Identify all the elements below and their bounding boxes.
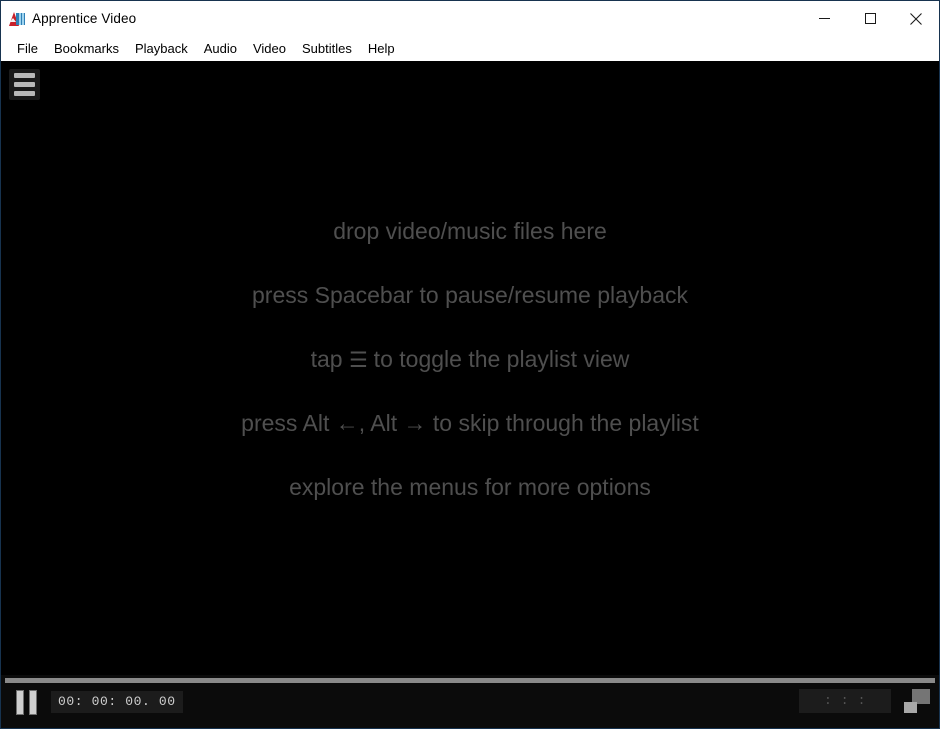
hint-skip-playlist: press Alt ←, Alt → to skip through the p… xyxy=(241,409,699,436)
minimize-icon xyxy=(818,18,830,19)
film-bars xyxy=(16,12,25,25)
app-icon xyxy=(9,11,25,27)
menu-item-help[interactable]: Help xyxy=(360,39,403,59)
maximize-icon xyxy=(864,13,876,24)
restore-window-button[interactable] xyxy=(903,688,931,714)
pause-icon-bar xyxy=(15,689,24,715)
controls-right-group: : : : xyxy=(799,688,931,714)
hint-explore-menus: explore the menus for more options xyxy=(289,473,651,500)
hint-playlist-suffix: to toggle the playlist view xyxy=(367,345,630,372)
hint-spacebar: press Spacebar to pause/resume playback xyxy=(252,281,688,308)
hint-playlist-toggle: tap ☰ to toggle the playlist view xyxy=(310,345,630,372)
current-time-display[interactable]: 00: 00: 00. 00 xyxy=(51,691,183,713)
menu-item-audio[interactable]: Audio xyxy=(196,39,245,59)
menu-item-file[interactable]: File xyxy=(9,39,46,59)
total-time-display[interactable]: : : : xyxy=(799,689,891,713)
close-button[interactable] xyxy=(893,1,939,36)
close-icon xyxy=(910,12,922,25)
hint-drop-files: drop video/music files here xyxy=(333,217,607,244)
controls-left-group: 00: 00: 00. 00 xyxy=(13,689,183,715)
restore-window-icon-front xyxy=(904,702,917,713)
video-display-area[interactable]: drop video/music files here press Spaceb… xyxy=(1,61,939,675)
play-pause-button[interactable] xyxy=(13,689,39,715)
playback-control-bar: 00: 00: 00. 00 : : : xyxy=(1,675,939,728)
menu-item-bookmarks[interactable]: Bookmarks xyxy=(46,39,127,59)
application-window: Apprentice Video File Bookmarks Playback… xyxy=(0,0,940,729)
menu-bar: File Bookmarks Playback Audio Video Subt… xyxy=(1,36,939,61)
menu-item-subtitles[interactable]: Subtitles xyxy=(294,39,360,59)
window-title: Apprentice Video xyxy=(32,11,137,26)
window-controls xyxy=(801,1,939,36)
hint-text-block: drop video/music files here press Spaceb… xyxy=(1,61,939,675)
seek-slider[interactable] xyxy=(5,678,935,683)
menu-item-playback[interactable]: Playback xyxy=(127,39,196,59)
title-bar: Apprentice Video xyxy=(1,1,939,36)
minimize-button[interactable] xyxy=(801,1,847,36)
hint-playlist-prefix: tap xyxy=(310,345,349,372)
maximize-button[interactable] xyxy=(847,1,893,36)
hamburger-glyph-icon: ☰ xyxy=(348,348,368,372)
menu-item-video[interactable]: Video xyxy=(245,39,294,59)
pause-icon-bar xyxy=(28,689,37,715)
